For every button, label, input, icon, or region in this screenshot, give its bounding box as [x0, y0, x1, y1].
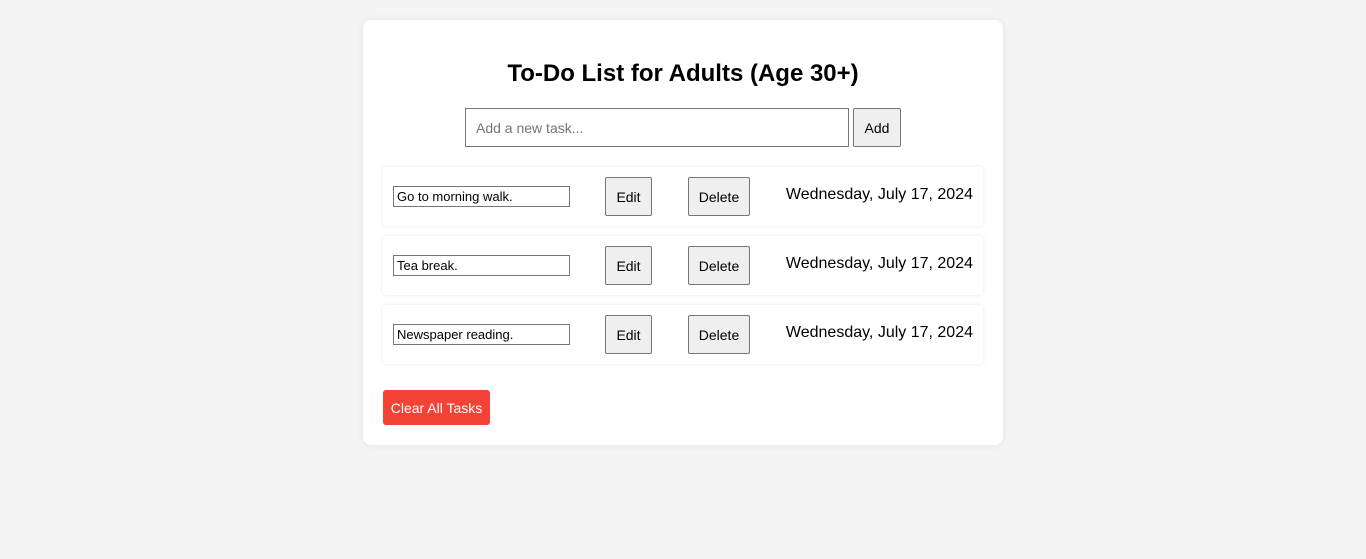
task-row: Edit Delete Wednesday, July 17, 2024	[383, 236, 983, 295]
delete-task-button[interactable]: Delete	[688, 177, 750, 216]
page-title: To-Do List for Adults (Age 30+)	[507, 60, 859, 87]
new-task-input[interactable]	[465, 108, 849, 147]
clear-all-tasks-button[interactable]: Clear All Tasks	[383, 390, 490, 425]
task-date: Wednesday, July 17, 2024	[785, 186, 973, 203]
task-row: Edit Delete Wednesday, July 17, 2024	[383, 167, 983, 226]
delete-task-button[interactable]: Delete	[688, 246, 750, 285]
edit-task-button[interactable]: Edit	[605, 315, 652, 354]
todo-card: To-Do List for Adults (Age 30+) Add Edit…	[363, 20, 1003, 445]
task-row: Edit Delete Wednesday, July 17, 2024	[383, 305, 983, 364]
edit-task-button[interactable]: Edit	[605, 177, 652, 216]
task-date: Wednesday, July 17, 2024	[785, 255, 973, 272]
task-date: Wednesday, July 17, 2024	[785, 324, 973, 341]
task-text-field[interactable]	[393, 255, 570, 276]
delete-task-button[interactable]: Delete	[688, 315, 750, 354]
add-task-button[interactable]: Add	[853, 108, 901, 147]
task-text-field[interactable]	[393, 186, 570, 207]
task-text-field[interactable]	[393, 324, 570, 345]
edit-task-button[interactable]: Edit	[605, 246, 652, 285]
